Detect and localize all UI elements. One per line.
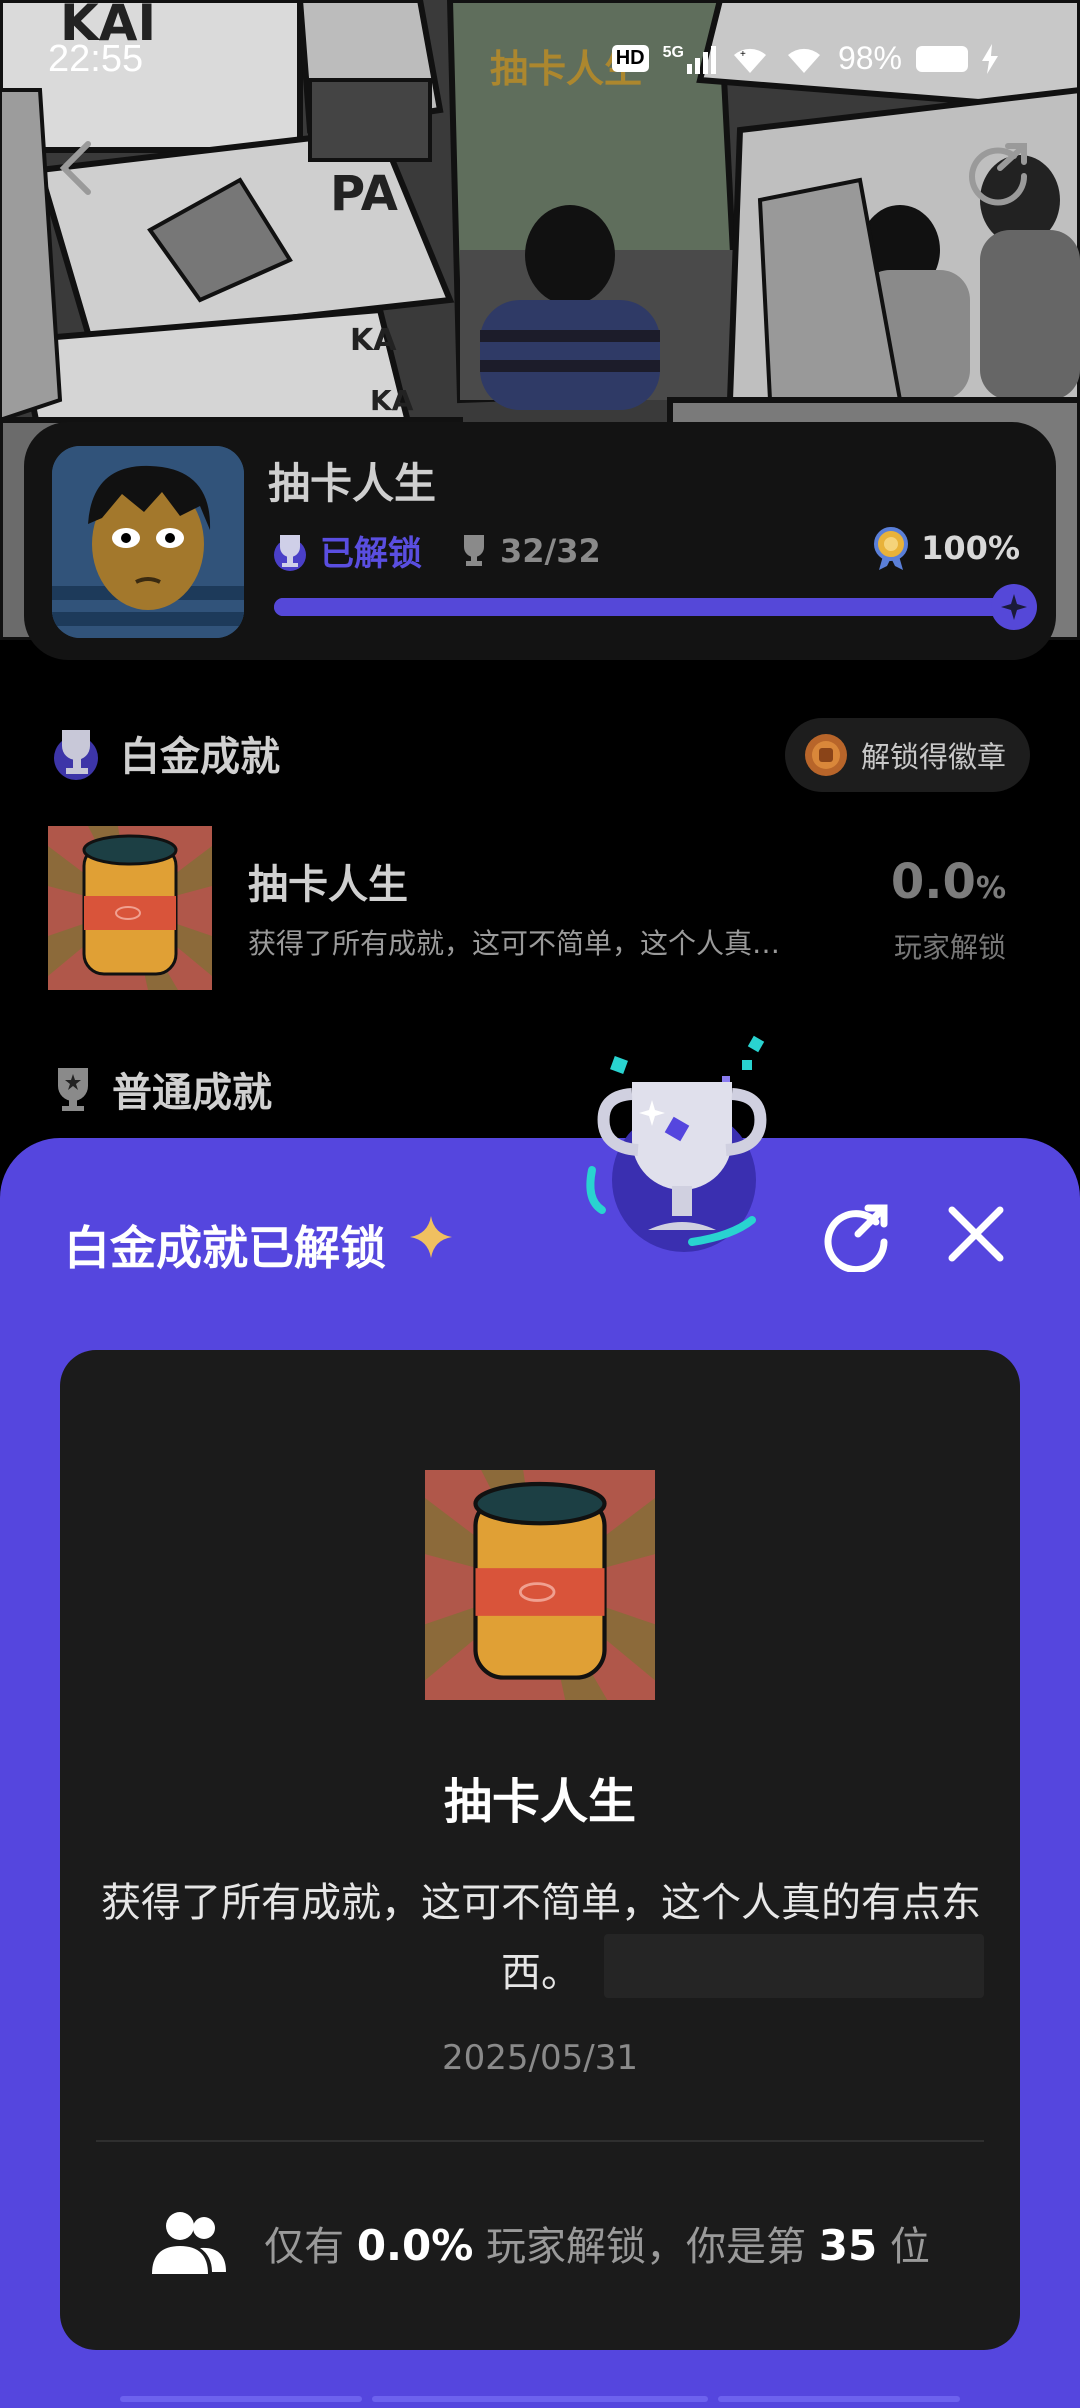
trophy-icon: [58, 1068, 88, 1111]
sparkle-icon: [1001, 594, 1027, 620]
wifi-icon-2: [787, 48, 820, 73]
achievement-name: 抽卡人生: [248, 862, 408, 908]
platinum-trophy-icon: [54, 730, 98, 780]
share-icon[interactable]: [964, 138, 1032, 206]
stats-rate: 0.0%: [356, 2221, 474, 2270]
rate-value: 0.0: [890, 854, 976, 910]
charging-icon: [982, 43, 998, 74]
unlock-status-row: 已解锁 32/32: [268, 526, 601, 575]
status-time: 22:55: [48, 38, 144, 80]
svg-text:KA: KA: [370, 384, 414, 417]
platinum-achievement-item[interactable]: 抽卡人生 获得了所有成就，这可不简单，这个人真… 0.0% 玩家解锁: [48, 826, 1036, 994]
trophy-count: 32/32: [500, 531, 601, 570]
platinum-unlocked-sheet: 白金成就已解锁 抽卡人生 获得了所有成就，这可不简单，这个人真的有点东西。 20…: [0, 1035, 1080, 2408]
platinum-trophy-icon: [274, 534, 306, 571]
unlock-stats-text: 仅有 0.0% 玩家解锁，你是第 35 位: [264, 2214, 930, 2272]
svg-text:KA: KA: [350, 323, 397, 358]
status-bar: 22:55 抽卡人生 HD 5G + 98%: [0, 0, 1080, 130]
status-icons: HD 5G + 98%: [611, 40, 998, 77]
game-title: 抽卡人生: [268, 459, 437, 508]
normal-section-title: 普通成就: [112, 1070, 272, 1116]
completion-percent: 100%: [921, 529, 1020, 567]
platinum-trophy-illustration: [586, 1035, 767, 1252]
wifi-icon: +: [733, 48, 766, 73]
back-icon[interactable]: [52, 138, 100, 198]
completion-row: 100%: [871, 526, 1020, 570]
badge-icon: [804, 734, 847, 776]
page-indicator-dot: [120, 2396, 363, 2402]
medal-icon: [874, 527, 909, 570]
network-type-label: 5G: [662, 43, 684, 61]
stats-rank: 35: [818, 2221, 878, 2270]
page-indicator-dot: [717, 2396, 960, 2402]
unlock-badge-label: 解锁得徽章: [860, 740, 1006, 774]
svg-text:PA: PA: [330, 166, 398, 222]
achievement-thumbnail: [48, 826, 212, 990]
platinum-section-title: 白金成就: [120, 734, 280, 780]
normal-section-header: 普通成就: [48, 1060, 272, 1118]
users-icon: [152, 2212, 227, 2274]
progress-knob: [991, 584, 1037, 630]
divider: [96, 2140, 984, 2142]
svg-text:+: +: [740, 49, 746, 60]
unlock-date: 2025/05/31: [442, 2038, 638, 2078]
close-icon[interactable]: [944, 1202, 1008, 1266]
unlock-badge-button[interactable]: 解锁得徽章: [784, 718, 1030, 792]
battery-icon: [916, 45, 968, 72]
stats-prefix: 仅有: [264, 2224, 345, 2270]
unlocked-label: 已解锁: [320, 534, 422, 574]
rate-unit: %: [975, 871, 1006, 906]
page-indicator: [120, 2396, 960, 2402]
unlock-stats: 仅有 0.0% 玩家解锁，你是第 35 位: [60, 2210, 1020, 2276]
platinum-section-header: 白金成就: [48, 724, 280, 782]
trophy-icon: [464, 534, 484, 566]
completion-progress-fill: [274, 598, 1014, 616]
stats-suffix: 位: [889, 2224, 930, 2270]
game-avatar: [52, 446, 244, 638]
completion-progress-bar: [274, 584, 1037, 630]
game-summary-card: 抽卡人生 已解锁 32/32 100%: [24, 422, 1056, 660]
cellular-signal-icon: 5G: [663, 44, 716, 74]
redacted-overlay: [604, 1934, 984, 1998]
stats-middle: 玩家解锁，你是第: [486, 2224, 807, 2270]
achievement-image: [425, 1470, 655, 1700]
achievement-description: 获得了所有成就，这可不简单，这个人真…: [248, 927, 781, 960]
achievement-name: 抽卡人生: [443, 1774, 636, 1830]
achievement-unlock-rate-label: 玩家解锁: [893, 931, 1006, 964]
share-icon[interactable]: [820, 1200, 892, 1272]
page-indicator-dot: [372, 2396, 708, 2402]
star-sparkle-icon: [410, 1216, 452, 1258]
achievement-detail-card: 抽卡人生 获得了所有成就，这可不简单，这个人真的有点东西。 2025/05/31…: [60, 1350, 1020, 2350]
achievement-unlock-rate: 0.0%: [891, 854, 1006, 910]
battery-percent: 98%: [837, 40, 902, 76]
hd-icon: HD: [611, 45, 649, 72]
sheet-title: 白金成就已解锁: [64, 1221, 386, 1275]
